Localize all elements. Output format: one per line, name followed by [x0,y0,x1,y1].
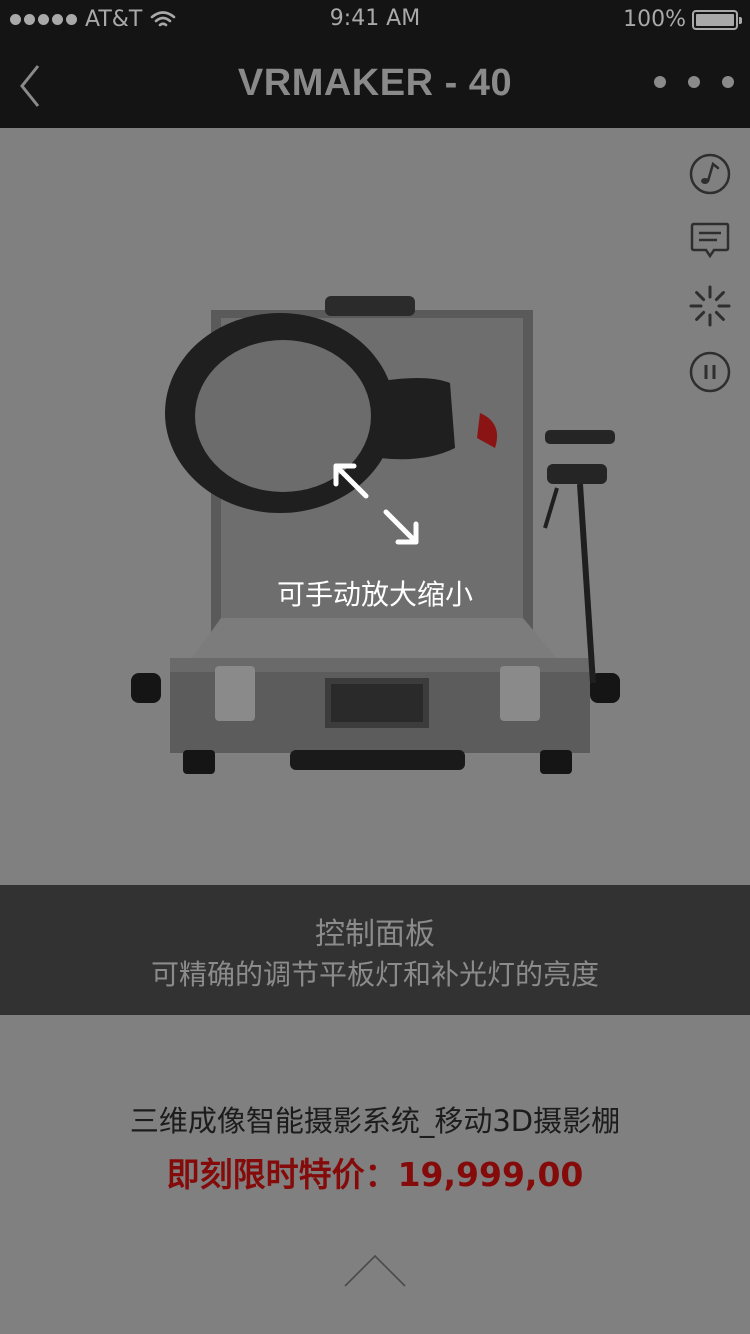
product-viewer[interactable]: 可手动放大缩小 [0,128,750,885]
more-dots-icon[interactable] [654,76,734,88]
caption-description: 可精确的调节平板灯和补光灯的亮度 [150,958,599,991]
battery-fill [696,13,734,26]
status-right: 100% [623,7,742,32]
price-row: 即刻限时特价：19,999,00 [0,1148,750,1196]
zoom-hint: 可手动放大缩小 [276,578,473,611]
status-bar: AT&T 9:41 AM 100% [0,0,750,40]
page-title: VRMAKER - 40 [237,62,513,104]
expand-arrows-icon [333,463,419,545]
product-name: 三维成像智能摄影系统_移动3D摄影棚 [129,1104,621,1138]
price-value: 19,999,00 [397,1155,584,1194]
price-label: 即刻限时特价： [166,1155,398,1194]
caption-title: 控制面板 [315,917,435,952]
music-note-icon[interactable] [688,152,732,196]
side-toolbar [688,152,732,394]
feature-caption: 控制面板 可精确的调节平板灯和补光灯的亮度 [0,885,750,1015]
nav-bar: VRMAKER - 40 [0,40,750,128]
pause-icon[interactable] [688,350,732,394]
battery-percent: 100% [623,7,686,32]
loading-spinner-icon[interactable] [688,284,732,328]
chevron-up-icon[interactable] [343,1252,407,1288]
battery-icon [692,9,742,30]
comment-icon[interactable] [688,218,732,262]
